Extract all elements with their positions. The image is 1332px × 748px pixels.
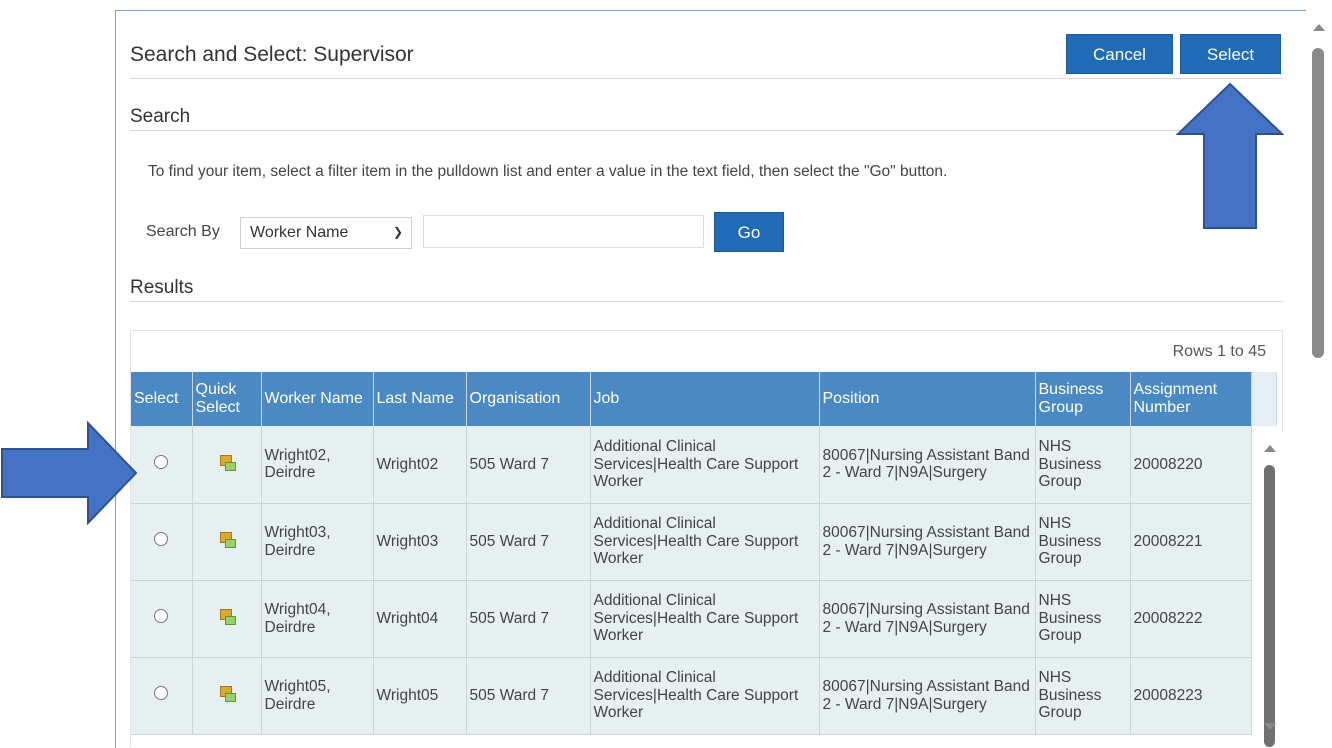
job-cell: Additional Clinical Services|Health Care… xyxy=(590,426,820,504)
column-header-organisation[interactable]: Organisation xyxy=(466,372,591,426)
select-cell xyxy=(131,580,193,658)
last-name-cell: Wright04 xyxy=(373,580,467,658)
scrollbar-thumb[interactable] xyxy=(1264,465,1275,747)
last-name-cell: Wright02 xyxy=(373,426,467,504)
quick-select-icon[interactable] xyxy=(219,532,236,549)
organisation-cell: 505 Ward 7 xyxy=(466,580,591,658)
search-heading: Search xyxy=(130,106,191,127)
worker-name-cell: Wright04, Deirdre xyxy=(261,580,374,658)
row-select-radio[interactable] xyxy=(154,609,169,624)
search-input[interactable] xyxy=(423,215,704,248)
business-group-cell: NHS Business Group xyxy=(1035,580,1131,658)
search-by-label: Search By xyxy=(146,223,220,240)
column-header-business-group[interactable]: Business Group xyxy=(1035,372,1131,426)
assignment-number-cell: 20008220 xyxy=(1130,426,1252,504)
scrollbar-thumb[interactable] xyxy=(1312,48,1324,358)
search-instructions: To find your item, select a filter item … xyxy=(148,163,948,180)
table-row: Wright05, Deirdre Wright05 505 Ward 7 Ad… xyxy=(131,657,1276,735)
column-header-assignment-number[interactable]: Assignment Number xyxy=(1130,372,1252,426)
select-cell xyxy=(131,503,193,581)
scroll-down-icon[interactable] xyxy=(1264,723,1276,730)
assignment-number-cell: 20008221 xyxy=(1130,503,1252,581)
column-header-spacer xyxy=(1251,372,1277,426)
results-divider xyxy=(130,301,1283,302)
row-select-radio[interactable] xyxy=(154,455,169,469)
search-divider xyxy=(130,130,1283,131)
organisation-cell: 505 Ward 7 xyxy=(466,503,591,581)
scroll-up-icon[interactable] xyxy=(1313,24,1325,31)
last-name-cell: Wright05 xyxy=(373,657,467,735)
worker-name-cell: Wright05, Deirdre xyxy=(261,657,374,735)
rows-range-info: Rows 1 to 45 xyxy=(1172,343,1266,360)
assignment-number-cell: 20008222 xyxy=(1130,580,1252,658)
quick-select-cell xyxy=(192,426,262,504)
table-header-row: Select Quick Select Worker Name Last Nam… xyxy=(131,372,1277,426)
quick-select-cell xyxy=(192,503,262,581)
results-table: Select Quick Select Worker Name Last Nam… xyxy=(131,372,1277,735)
table-row: Wright04, Deirdre Wright04 505 Ward 7 Ad… xyxy=(131,580,1276,658)
quick-select-icon[interactable] xyxy=(219,609,236,626)
chevron-down-icon: ❯ xyxy=(392,225,403,239)
business-group-cell: NHS Business Group xyxy=(1035,426,1131,504)
results-heading: Results xyxy=(130,277,194,298)
organisation-cell: 505 Ward 7 xyxy=(466,657,591,735)
title-divider xyxy=(130,78,1283,79)
column-header-select: Select xyxy=(131,372,193,426)
quick-select-cell xyxy=(192,657,262,735)
quick-select-icon[interactable] xyxy=(219,455,236,471)
job-cell: Additional Clinical Services|Health Care… xyxy=(590,657,820,735)
column-header-last-name[interactable]: Last Name xyxy=(373,372,467,426)
position-cell: 80067|Nursing Assistant Band 2 - Ward 7|… xyxy=(819,657,1036,735)
column-header-position[interactable]: Position xyxy=(819,372,1036,426)
page-scrollbar[interactable] xyxy=(1306,10,1332,747)
cancel-button[interactable]: Cancel xyxy=(1066,34,1173,74)
job-cell: Additional Clinical Services|Health Care… xyxy=(590,580,820,658)
column-header-job[interactable]: Job xyxy=(590,372,820,426)
arrow-right-icon xyxy=(1,421,138,525)
job-cell: Additional Clinical Services|Health Care… xyxy=(590,503,820,581)
select-cell xyxy=(131,657,193,735)
business-group-cell: NHS Business Group xyxy=(1035,657,1131,735)
table-row: Wright02, Deirdre Wright02 505 Ward 7 Ad… xyxy=(131,426,1276,504)
position-cell: 80067|Nursing Assistant Band 2 - Ward 7|… xyxy=(819,503,1036,581)
go-button[interactable]: Go xyxy=(714,212,784,252)
dialog-title: Search and Select: Supervisor xyxy=(130,43,414,66)
table-row: Wright03, Deirdre Wright03 505 Ward 7 Ad… xyxy=(131,503,1276,581)
select-cell xyxy=(131,426,193,504)
assignment-number-cell: 20008223 xyxy=(1130,657,1252,735)
last-name-cell: Wright03 xyxy=(373,503,467,581)
position-cell: 80067|Nursing Assistant Band 2 - Ward 7|… xyxy=(819,580,1036,658)
results-scrollbar[interactable] xyxy=(1257,432,1283,747)
search-by-select[interactable]: Worker Name ❯ xyxy=(240,217,412,249)
column-header-quick-select: Quick Select xyxy=(192,372,262,426)
search-by-value: Worker Name xyxy=(250,224,349,241)
scroll-up-icon[interactable] xyxy=(1264,445,1276,452)
select-button[interactable]: Select xyxy=(1180,34,1281,74)
row-select-radio[interactable] xyxy=(154,686,169,701)
worker-name-cell: Wright02, Deirdre xyxy=(261,426,374,504)
business-group-cell: NHS Business Group xyxy=(1035,503,1131,581)
worker-name-cell: Wright03, Deirdre xyxy=(261,503,374,581)
quick-select-cell xyxy=(192,580,262,658)
organisation-cell: 505 Ward 7 xyxy=(466,426,591,504)
row-select-radio[interactable] xyxy=(154,532,169,547)
column-header-worker-name[interactable]: Worker Name xyxy=(261,372,374,426)
arrow-up-icon xyxy=(1175,82,1285,229)
quick-select-icon[interactable] xyxy=(219,686,236,703)
position-cell: 80067|Nursing Assistant Band 2 - Ward 7|… xyxy=(819,426,1036,504)
